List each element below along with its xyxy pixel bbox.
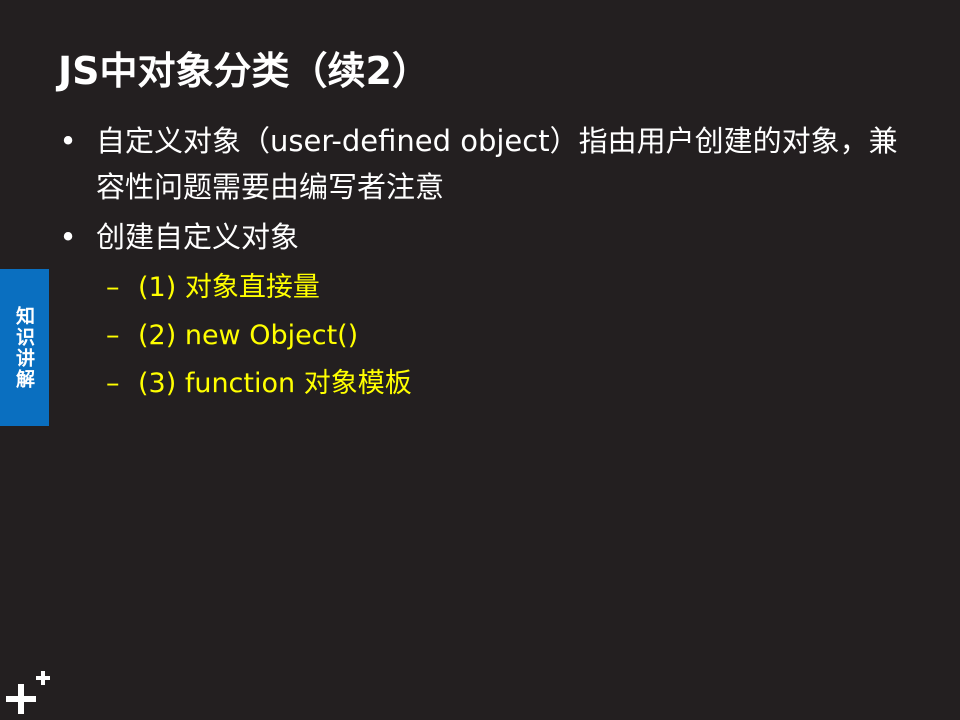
sub-item-text: (1) 对象直接量 <box>138 272 320 303</box>
bullet-item: • 创建自定义对象 <box>58 214 898 260</box>
slide-content: • 自定义对象（user-defined object）指由用户创建的对象，兼容… <box>58 118 898 408</box>
bullet-text: 自定义对象（user-defined object）指由用户创建的对象，兼容性问… <box>96 124 898 204</box>
sub-dash: – <box>106 272 120 303</box>
slide: JS中对象分类（续2） • 自定义对象（user-defined object）… <box>0 0 960 720</box>
side-tab: 知识讲解 <box>0 269 49 426</box>
plus-logo-icon <box>6 671 50 714</box>
sub-item: – (1) 对象直接量 <box>106 264 898 312</box>
bullet-dot: • <box>59 124 77 158</box>
side-tab-label: 知识讲解 <box>13 305 35 390</box>
bullet-dot: • <box>59 220 77 254</box>
sub-item-text: (2) new Object() <box>138 320 359 351</box>
bullet-item: • 自定义对象（user-defined object）指由用户创建的对象，兼容… <box>58 118 898 210</box>
sub-dash: – <box>106 320 120 351</box>
sub-item: – (3) function 对象模板 <box>106 360 898 408</box>
sub-dash: – <box>106 368 120 399</box>
sub-list: – (1) 对象直接量 – (2) new Object() – (3) fun… <box>58 264 898 408</box>
bullet-text: 创建自定义对象 <box>96 220 300 254</box>
sub-item: – (2) new Object() <box>106 312 898 360</box>
sub-item-text: (3) function 对象模板 <box>138 368 412 399</box>
slide-title: JS中对象分类（续2） <box>58 49 430 93</box>
